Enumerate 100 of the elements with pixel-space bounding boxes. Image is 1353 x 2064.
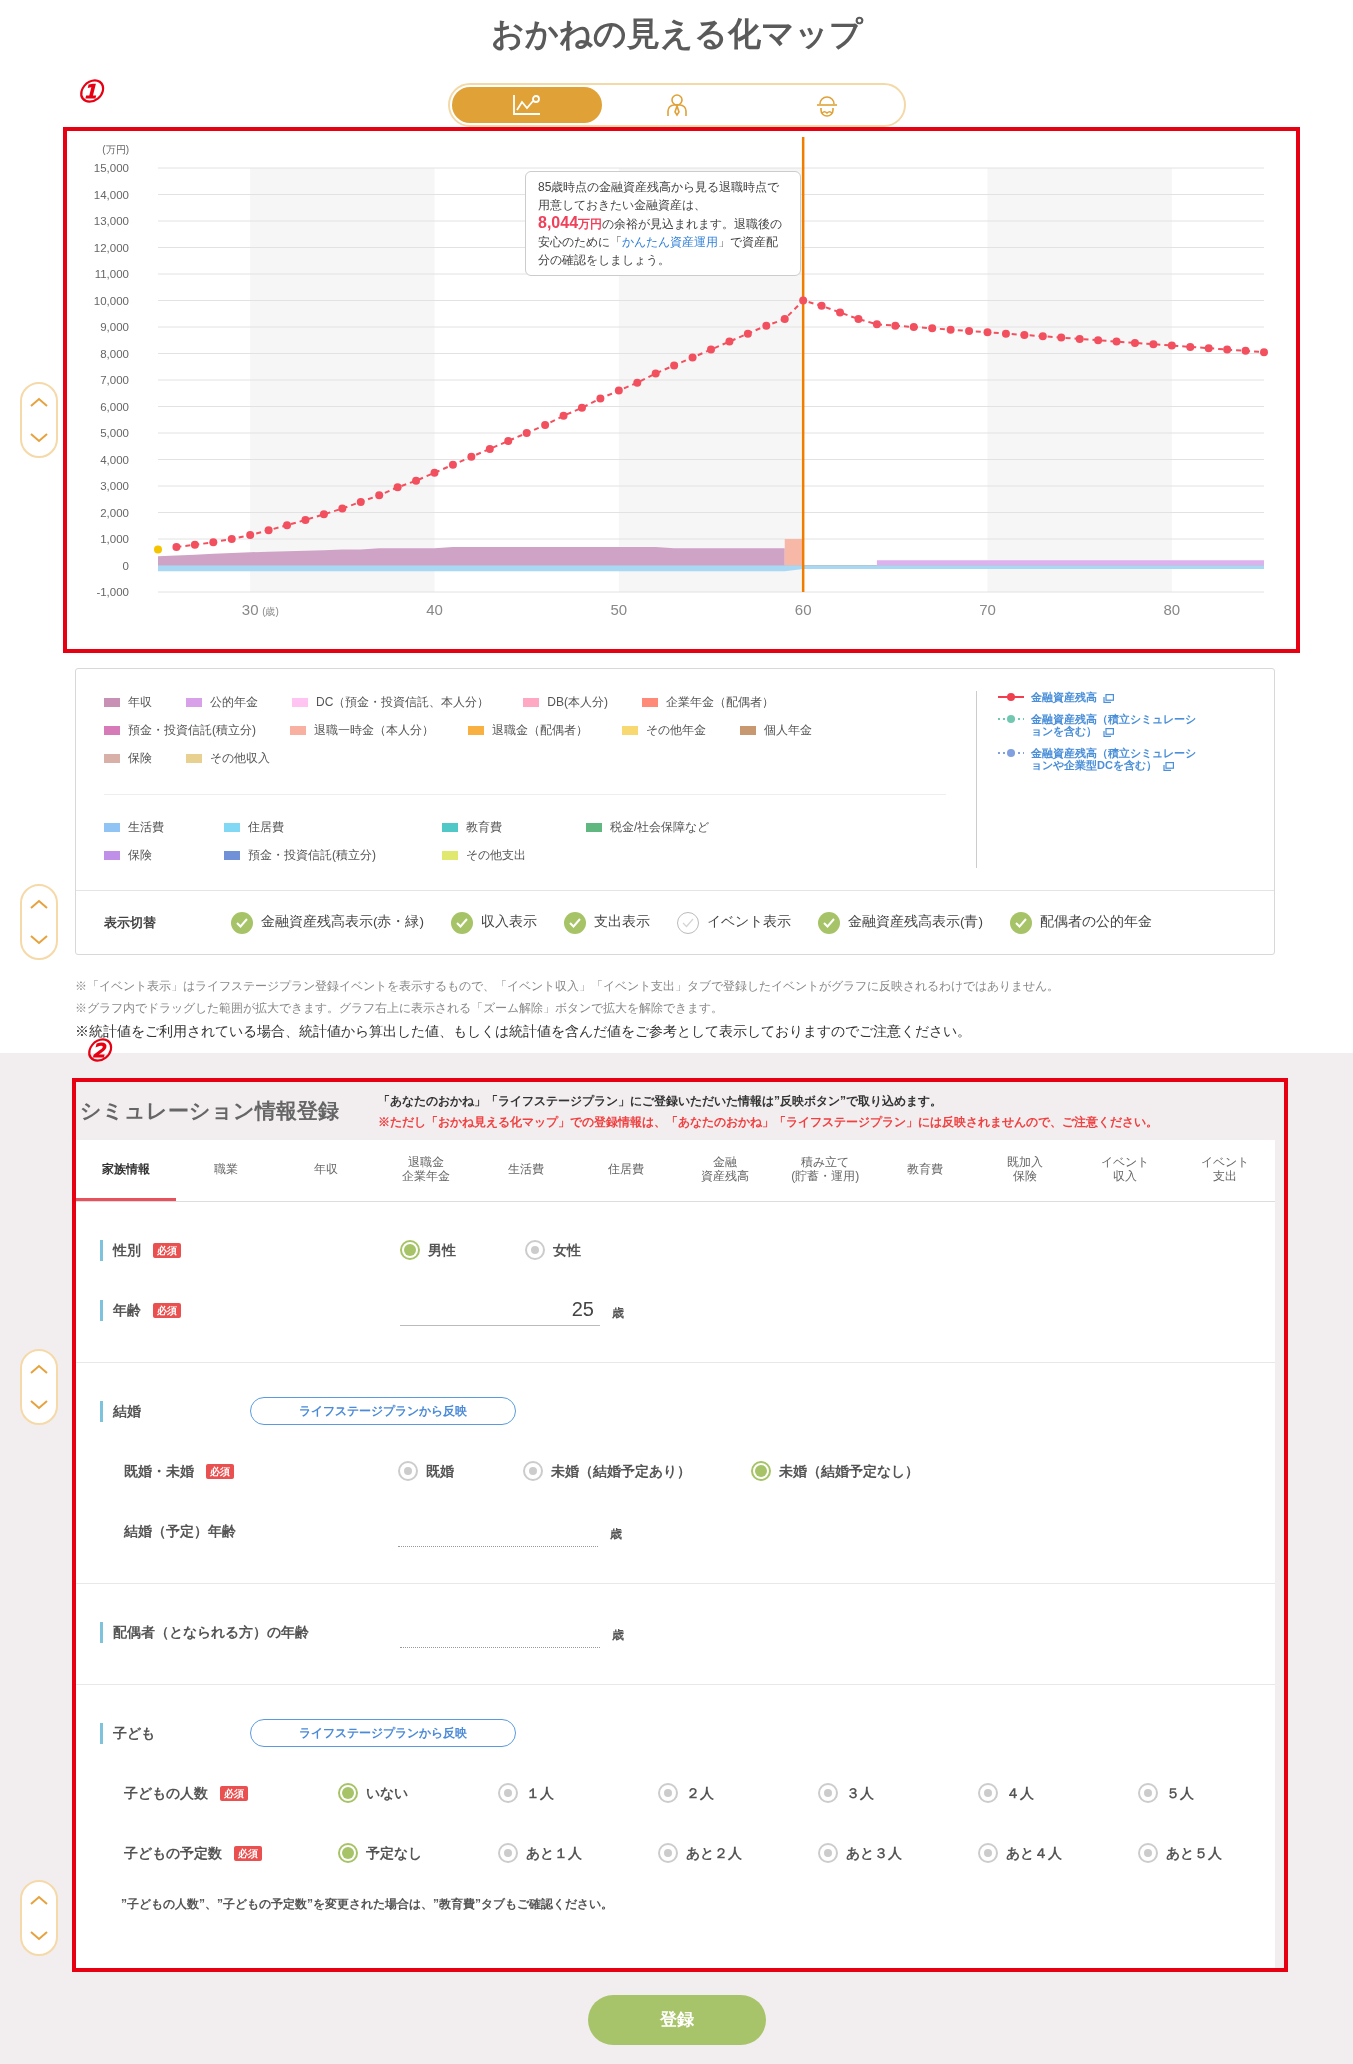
field-label: 配偶者（となられる方）の年齢: [100, 1621, 309, 1643]
field-label: 年齢: [100, 1299, 141, 1321]
radio-option[interactable]: 予定なし: [338, 1842, 498, 1864]
required-badge: 必須: [153, 1242, 181, 1258]
chevron-down-icon[interactable]: [30, 935, 48, 945]
data-point: [1223, 345, 1232, 354]
chevron-down-icon[interactable]: [30, 433, 48, 443]
data-point: [1001, 329, 1010, 338]
person-icon: [665, 93, 688, 117]
data-point: [338, 504, 347, 513]
required-badge: 必須: [206, 1463, 234, 1479]
text-link[interactable]: かんたん資産運用: [622, 235, 718, 249]
data-point: [651, 369, 660, 378]
number-field[interactable]: 25: [400, 1294, 600, 1326]
radio-option[interactable]: ２人: [658, 1782, 818, 1804]
form-tab[interactable]: 住居費: [575, 1140, 676, 1201]
legend-label: 企業年金（配偶者）: [666, 694, 774, 711]
form-tab[interactable]: イベント 収入: [1075, 1140, 1176, 1201]
chevron-up-icon[interactable]: [30, 397, 48, 407]
data-point: [1204, 344, 1213, 353]
form-notice: 「あなたのおかね」「ライフステージプラン」にご登録いただいた情報は”反映ボタン”で取り込めます。: [378, 1092, 943, 1110]
legend-link[interactable]: 金融資産残高（積立シミュレーションを含む）: [1031, 713, 1196, 737]
data-point: [541, 421, 550, 430]
chevron-down-icon[interactable]: [30, 1931, 48, 1941]
data-point: [301, 515, 310, 524]
radio-option[interactable]: あと５人: [1138, 1842, 1298, 1864]
radio-option[interactable]: 未婚（結婚予定あり）: [523, 1460, 751, 1482]
radio-option[interactable]: あと２人: [658, 1842, 818, 1864]
line-chart-icon: [511, 94, 542, 116]
form-tab[interactable]: 既加入 保険: [975, 1140, 1076, 1201]
radio-option[interactable]: いない: [338, 1782, 498, 1804]
reflect-button[interactable]: ライフステージプランから反映: [250, 1719, 516, 1747]
line-legend-icon: [997, 713, 1025, 725]
field-label: 子どもの人数: [124, 1783, 208, 1803]
section-marker: ①: [76, 74, 103, 110]
form-tab[interactable]: 教育費: [875, 1140, 976, 1201]
axis-tick-label: -1,000: [96, 586, 129, 598]
radio-option[interactable]: 女性: [525, 1239, 650, 1261]
form-tab[interactable]: 職業: [175, 1140, 276, 1201]
data-point: [577, 403, 586, 412]
legend-label: 退職一時金（本人分）: [314, 722, 434, 739]
form-tab[interactable]: 金融 資産残高: [675, 1140, 776, 1201]
note-text: ※グラフ内でドラッグした範囲が拡大できます。グラフ右上に表示される「ズーム解除」ボタンで拡大を解除できます。: [75, 1000, 724, 1017]
chevron-up-icon[interactable]: [30, 1895, 48, 1905]
axis-tick-label: 12,000: [93, 241, 129, 254]
data-point: [430, 468, 439, 477]
unit-label: 歳: [612, 1305, 624, 1322]
display-toggle[interactable]: 金融資産残高表示(青): [818, 911, 983, 934]
radio-option[interactable]: ５人: [1138, 1782, 1298, 1804]
data-point: [559, 411, 568, 420]
page-title: おかねの見える化マップ: [490, 14, 863, 54]
chevron-down-icon[interactable]: [30, 1400, 48, 1410]
radio-option[interactable]: １人: [498, 1782, 658, 1804]
radio-option[interactable]: あと１人: [498, 1842, 658, 1864]
view-tab[interactable]: [451, 87, 602, 123]
chevron-up-icon[interactable]: [30, 899, 48, 909]
form-tab[interactable]: 年収: [275, 1140, 376, 1201]
data-point: [485, 444, 494, 453]
data-point: [467, 452, 476, 461]
radio-option[interactable]: ３人: [818, 1782, 978, 1804]
legend-label: 預金・投資信託(積立分): [248, 847, 376, 864]
axis-tick-label: 11,000: [94, 268, 129, 280]
legend-label: その他収入: [210, 750, 270, 767]
form-title: シミュレーション情報登録: [79, 1098, 340, 1125]
axis-tick-label: 14,000: [93, 188, 129, 201]
axis-tick-label: 0: [122, 559, 129, 572]
form-tab[interactable]: イベント 支出: [1175, 1140, 1275, 1201]
display-toggle[interactable]: 支出表示: [564, 911, 650, 934]
new-window-icon: [1103, 693, 1114, 703]
data-point: [743, 329, 752, 338]
data-point: [319, 510, 328, 519]
data-point: [356, 497, 365, 506]
legend-label: 教育費: [466, 819, 502, 836]
form-tab[interactable]: 積み立て (貯蓄・運用): [775, 1140, 876, 1201]
display-toggle[interactable]: 配偶者の公的年金: [1010, 911, 1152, 934]
data-point: [1094, 336, 1103, 345]
radio-option[interactable]: ４人: [978, 1782, 1138, 1804]
legend-link[interactable]: 金融資産残高: [1031, 691, 1196, 703]
data-point: [412, 476, 421, 485]
display-toggle[interactable]: イベント表示: [677, 911, 791, 934]
radio-option[interactable]: 既婚: [398, 1460, 523, 1482]
display-toggle[interactable]: 収入表示: [451, 911, 537, 934]
data-point: [209, 538, 218, 547]
reflect-button[interactable]: ライフステージプランから反映: [250, 1397, 516, 1425]
data-point: [190, 540, 199, 549]
chevron-up-icon[interactable]: [30, 1364, 48, 1374]
field-label: 結婚（予定）年齢: [124, 1521, 236, 1541]
radio-option[interactable]: 未婚（結婚予定なし）: [751, 1460, 979, 1482]
display-toggle[interactable]: 金融資産残高表示(赤・緑): [231, 911, 424, 934]
form-tab[interactable]: 生活費: [475, 1140, 576, 1201]
form-tab[interactable]: 家族情報: [76, 1140, 176, 1201]
radio-option[interactable]: 男性: [400, 1239, 525, 1261]
legend-link[interactable]: 金融資産残高（積立シミュレーションや企業型DCを含む）: [1031, 747, 1196, 771]
form-tab[interactable]: 退職金 企業年金: [375, 1140, 476, 1201]
data-point: [614, 386, 623, 395]
radio-option[interactable]: あと３人: [818, 1842, 978, 1864]
legend-label: 保険: [128, 847, 152, 864]
legend-label: 公的年金: [210, 694, 258, 711]
data-point: [1149, 340, 1158, 349]
radio-option[interactable]: あと４人: [978, 1842, 1138, 1864]
